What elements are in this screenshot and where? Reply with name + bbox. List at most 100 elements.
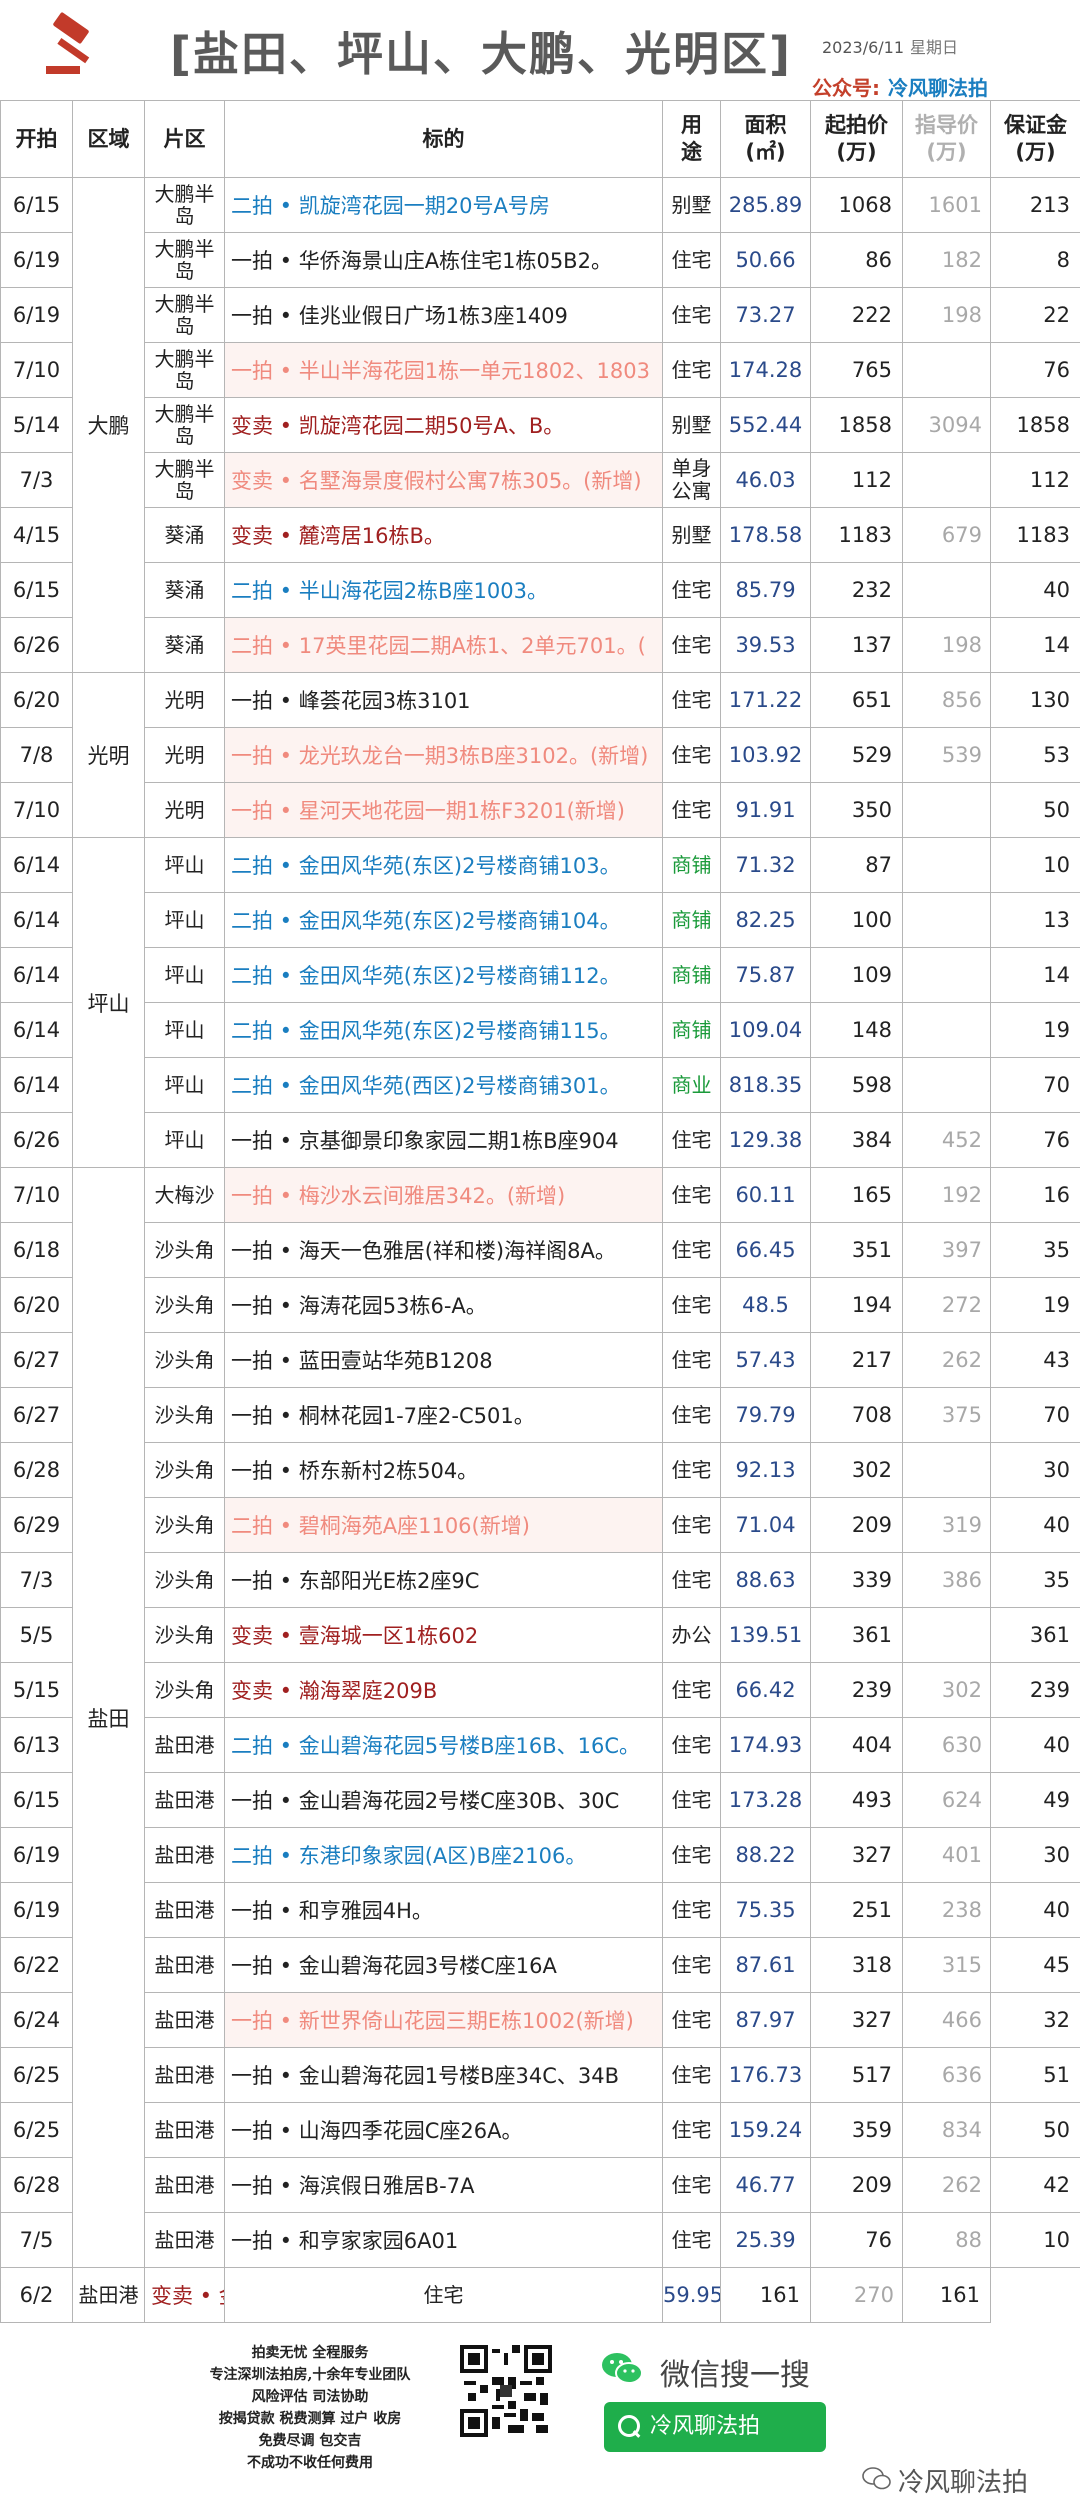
promo-line: 按揭贷款 税费测算 过户 收房 [218, 2411, 402, 2427]
deposit-cell: 43 [990, 1332, 1080, 1388]
lot-link[interactable]: 一拍 • 峰荟花园3栋3101 [224, 672, 663, 728]
guide-price-cell: 3094 [902, 397, 991, 453]
lot-link[interactable]: 一拍 • 金山碧海花园2号楼C座30B、30C [224, 1772, 663, 1828]
lot-link[interactable]: 二拍 • 金田风华苑(东区)2号楼商铺115。 [224, 1002, 663, 1058]
lot-link[interactable]: 一拍 • 星河天地花园一期1栋F3201(新增) [224, 782, 663, 838]
table-row: 5/15 沙头角 变卖 • 瀚海翠庭209B 住宅 66.42 239 302 239 [0, 1662, 1080, 1718]
guide-price-cell [902, 837, 991, 893]
use-cell: 住宅 [662, 287, 721, 343]
lot-link[interactable]: 二拍 • 金田风华苑(东区)2号楼商铺103。 [224, 837, 663, 893]
guide-price-cell: 262 [902, 2157, 991, 2213]
table-row: 7/3 大鹏半岛 变卖 • 名墅海景度假村公寓7栋305。(新增) 单身公寓 46.03… [0, 452, 1080, 508]
use-cell: 住宅 [662, 1222, 721, 1278]
use-cell: 住宅 [662, 727, 721, 783]
auction-date-cell: 6/14 [0, 1002, 73, 1058]
size-cell: 71.04 [720, 1497, 811, 1553]
area-cell: 盐田港 [144, 2212, 225, 2268]
lot-link[interactable]: 一拍 • 海天一色雅居(祥和楼)海祥阁8A。 [224, 1222, 663, 1278]
wechat-watermark-icon [862, 2467, 891, 2490]
deposit-cell: 1183 [990, 507, 1080, 563]
area-cell: 坪山 [144, 947, 225, 1003]
start-price-cell: 517 [810, 2047, 903, 2103]
lot-link[interactable]: 二拍 • 金山碧海花园5号楼B座16B、16C。 [224, 1717, 663, 1773]
col-price: 起拍价 (万) [810, 100, 903, 178]
lot-link[interactable]: 一拍 • 龙光玖龙台一期3栋B座3102。(新增) [224, 727, 663, 783]
lot-link[interactable]: 二拍 • 碧桐海苑A座1106(新增) [224, 1497, 663, 1553]
start-price-cell: 493 [810, 1772, 903, 1828]
lot-link[interactable]: 一拍 • 东部阳光E栋2座9C [224, 1552, 663, 1608]
table-row: 6/19 大鹏半岛 一拍 • 华侨海景山庄A栋住宅1栋05B2。 住宅 50.66 86 1… [0, 232, 1080, 288]
lot-link[interactable]: 变卖 • 名墅海景度假村公寓7栋305。(新增) [224, 452, 663, 508]
qr-code-icon[interactable] [460, 2345, 552, 2437]
guide-price-cell: 302 [902, 1662, 991, 1718]
table-row: 6/19 大鹏半岛 一拍 • 佳兆业假日广场1栋3座1409 住宅 73.27 222 19… [0, 287, 1080, 343]
lot-link[interactable]: 一拍 • 海涛花园53栋6-A。 [224, 1277, 663, 1333]
area-cell: 沙头角 [144, 1387, 225, 1443]
area-cell: 沙头角 [144, 1277, 225, 1333]
lot-link[interactable]: 二拍 • 金田风华苑(东区)2号楼商铺104。 [224, 892, 663, 948]
lot-link[interactable]: 一拍 • 和亨雅园4H。 [224, 1882, 663, 1938]
area-cell: 坪山 [144, 1112, 225, 1168]
auction-date-cell: 6/26 [0, 617, 73, 673]
lot-link[interactable]: 一拍 • 海滨假日雅居B-7A [224, 2157, 663, 2213]
guide-price-cell [902, 892, 991, 948]
lot-link[interactable]: 一拍 • 蓝田壹站华苑B1208 [224, 1332, 663, 1388]
lot-link[interactable]: 二拍 • 金田风华苑(西区)2号楼商铺301。 [224, 1057, 663, 1113]
start-price-cell: 217 [810, 1332, 903, 1388]
lot-link[interactable]: 一拍 • 华侨海景山庄A栋住宅1栋05B2。 [224, 232, 663, 288]
table-row: 6/14 坪山 二拍 • 金田风华苑(东区)2号楼商铺112。 商铺 75.87 109 1… [0, 947, 1080, 1003]
area-cell: 盐田港 [144, 2102, 225, 2158]
use-cell: 住宅 [662, 342, 721, 398]
lot-link[interactable]: 一拍 • 京基御景印象家园二期1栋B座904 [224, 1112, 663, 1168]
lot-link[interactable]: 变卖 • 壹海城一区1栋602 [224, 1607, 663, 1663]
guide-price-cell: 386 [902, 1552, 991, 1608]
lot-link[interactable]: 一拍 • 金山碧海花园1号楼B座34C、34B [224, 2047, 663, 2103]
guide-price-cell: 636 [902, 2047, 991, 2103]
lot-link[interactable]: 一拍 • 和亨家家园6A01 [224, 2212, 663, 2268]
use-cell: 住宅 [662, 2157, 721, 2213]
guide-price-cell: 834 [902, 2102, 991, 2158]
auction-date-cell: 6/13 [0, 1717, 73, 1773]
use-cell: 住宅 [662, 782, 721, 838]
lot-link[interactable]: 一拍 • 新世界倚山花园三期E栋1002(新增) [224, 1992, 663, 2048]
use-cell: 住宅 [662, 232, 721, 288]
lot-link[interactable]: 一拍 • 金山碧海花园3号楼C座16A [224, 1937, 663, 1993]
lot-link[interactable]: 一拍 • 桐林花园1-7座2-C501。 [224, 1387, 663, 1443]
wechat-icon [602, 2353, 643, 2384]
lot-link[interactable]: 变卖 • 瀚海翠庭209B [224, 1662, 663, 1718]
lot-link[interactable]: 二拍 • 凯旋湾花园一期20号A号房 [224, 177, 663, 233]
lot-link[interactable]: 二拍 • 17英里花园二期A栋1、2单元701。( [224, 617, 663, 673]
lot-link[interactable]: 一拍 • 半山半海花园1栋一单元1802、1803 [224, 342, 663, 398]
lot-link[interactable]: 一拍 • 山海四季花园C座26A。 [224, 2102, 663, 2158]
official-account-label: 公众号: [812, 76, 880, 100]
lot-link[interactable]: 变卖 • 金港盛世华庭6栋11E [144, 2267, 225, 2323]
table-row: 6/29 沙头角 二拍 • 碧桐海苑A座1106(新增) 住宅 71.04 209 319 4… [0, 1497, 1080, 1553]
col-use: 用途 [662, 100, 721, 178]
use-cell: 办公 [662, 1607, 721, 1663]
col-use-l1: 用 [681, 113, 702, 137]
lot-link[interactable]: 一拍 • 桥东新村2栋504。 [224, 1442, 663, 1498]
guide-price-cell: 539 [902, 727, 991, 783]
start-price-cell: 384 [810, 1112, 903, 1168]
lot-link[interactable]: 一拍 • 梅沙水云间雅居342。(新增) [224, 1167, 663, 1223]
region-cell: 光明 [72, 672, 145, 838]
lot-link[interactable]: 二拍 • 半山海花园2栋B座1003。 [224, 562, 663, 618]
wechat-search-button[interactable]: 冷风聊法拍 [604, 2402, 826, 2452]
start-price-cell: 350 [810, 782, 903, 838]
deposit-cell: 10 [990, 2212, 1080, 2268]
lot-link[interactable]: 二拍 • 东港印象家园(A区)B座2106。 [224, 1827, 663, 1883]
lot-link[interactable]: 二拍 • 金田风华苑(东区)2号楼商铺112。 [224, 947, 663, 1003]
guide-price-cell [902, 1057, 991, 1113]
size-cell: 82.25 [720, 892, 811, 948]
start-price-cell: 165 [810, 1167, 903, 1223]
start-price-cell: 137 [810, 617, 903, 673]
size-cell: 159.24 [720, 2102, 811, 2158]
auction-date-cell: 6/14 [0, 892, 73, 948]
region-cell: 盐田 [72, 1167, 145, 2268]
lot-link[interactable]: 一拍 • 佳兆业假日广场1栋3座1409 [224, 287, 663, 343]
guide-price-cell: 238 [902, 1882, 991, 1938]
lot-link[interactable]: 变卖 • 凯旋湾花园二期50号A、B。 [224, 397, 663, 453]
lot-link[interactable]: 变卖 • 麓湾居16栋B。 [224, 507, 663, 563]
deposit-cell: 50 [990, 2102, 1080, 2158]
area-cell: 坪山 [144, 892, 225, 948]
